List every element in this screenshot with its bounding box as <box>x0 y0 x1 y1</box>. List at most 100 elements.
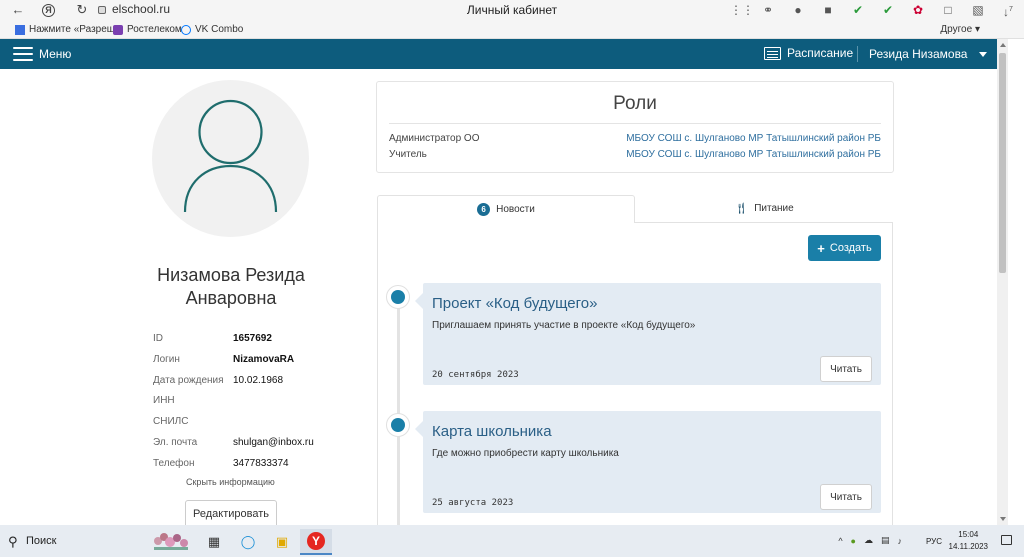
cutlery-icon: 🍴︎ <box>734 203 749 215</box>
address-bar[interactable]: elschool.ru <box>98 2 170 16</box>
menu-button[interactable]: Меню <box>39 47 71 61</box>
reload-icon[interactable]: ↻ <box>74 2 90 18</box>
create-button[interactable]: + Создать <box>808 235 881 261</box>
browser-toolbar: ← Я ↻ elschool.ru Личный кабинет ⋮⋮ ⚭ ● … <box>0 0 1024 21</box>
card-arrow <box>415 421 423 437</box>
news-title[interactable]: Проект «Код будущего» <box>432 295 597 312</box>
news-title[interactable]: Карта школьника <box>432 423 552 440</box>
bookmark-item[interactable]: Ростелеком <box>113 24 182 35</box>
timeline-line <box>397 295 400 525</box>
avatar <box>152 80 309 237</box>
apps-icon[interactable]: ⋮⋮ <box>730 2 754 18</box>
bookmark-item[interactable]: Нажмите «Разреш <box>15 24 115 35</box>
header-divider <box>857 46 858 62</box>
tab-news[interactable]: 6 Новости <box>377 195 635 223</box>
info-label: Эл. почта <box>153 437 198 448</box>
scroll-up-icon[interactable] <box>1000 43 1006 47</box>
vk-icon <box>181 24 191 35</box>
downloads-count: 7 <box>1009 6 1013 13</box>
yandex-logo-icon: Y <box>307 532 325 550</box>
roles-card: Роли Администратор ОО МБОУ СОШ с. Шулган… <box>376 81 894 173</box>
app-header: Меню Расписание Резида Низамова <box>0 39 997 69</box>
bookmark-item[interactable]: VK Combo <box>181 24 243 35</box>
shield-icon[interactable]: ✔ <box>850 2 866 18</box>
scroll-thumb[interactable] <box>999 53 1006 273</box>
role-org-link[interactable]: МБОУ СОШ с. Шулганово МР Татышлинский ра… <box>626 149 881 160</box>
windows-icon <box>15 24 25 35</box>
info-inn: ИНН <box>153 395 353 406</box>
notification-icon[interactable] <box>1001 535 1012 545</box>
read-button[interactable]: Читать <box>820 484 872 510</box>
schedule-link[interactable]: Расписание <box>764 46 853 60</box>
volume-icon[interactable]: ♪ <box>898 536 903 546</box>
explorer-icon[interactable]: ▣ <box>266 529 298 555</box>
lock-small-icon[interactable]: ● <box>790 2 806 18</box>
onedrive-icon[interactable]: ☁ <box>864 535 873 546</box>
roles-title: Роли <box>613 93 657 114</box>
clock[interactable]: 15:04 14.11.2023 <box>949 529 988 553</box>
info-label: Телефон <box>153 458 195 469</box>
taskbar-search[interactable]: ⚲ Поиск <box>0 525 146 557</box>
edge-icon[interactable]: ◯ <box>232 529 264 555</box>
role-name: Администратор ОО <box>389 133 480 144</box>
info-email: Эл. почта shulgan@inbox.ru <box>153 437 353 448</box>
info-snils: СНИЛС <box>153 416 353 427</box>
info-value: shulgan@inbox.ru <box>233 437 314 448</box>
schedule-label: Расписание <box>787 46 854 60</box>
divider <box>389 123 881 124</box>
taskbar: ⚲ Поиск ▦ ◯ ▣ Y ^ ● ☁ ▤ ♪ РУС 15:04 14.1… <box>0 525 1024 557</box>
tabs: 6 Новости 🍴︎ Питание <box>377 195 893 223</box>
other-bookmarks[interactable]: Другое ▾ <box>940 24 980 35</box>
search-highlight-image[interactable] <box>148 529 196 555</box>
info-value: NizamovaRA <box>233 354 295 365</box>
scroll-down-icon[interactable] <box>1000 517 1006 521</box>
chevron-up-icon[interactable]: ^ <box>838 536 842 546</box>
back-icon[interactable]: ← <box>10 2 26 18</box>
news-count-badge: 6 <box>477 203 491 216</box>
yandex-icon[interactable]: Я <box>42 4 55 17</box>
info-label: ID <box>153 333 163 344</box>
info-value: 3477833374 <box>233 458 289 469</box>
plus-icon: + <box>817 240 825 256</box>
news-date: 20 сентября 2023 <box>432 370 519 380</box>
bookmark-label: Ростелеком <box>127 24 182 35</box>
language-indicator[interactable]: РУС <box>926 537 942 546</box>
scrollbar[interactable] <box>997 39 1008 525</box>
role-org-link[interactable]: МБОУ СОШ с. Шулганово МР Татышлинский ра… <box>626 133 881 144</box>
info-label: Логин <box>153 354 180 365</box>
tab-food-label: Питание <box>754 203 794 214</box>
news-item: Проект «Код будущего» Приглашаем принять… <box>415 283 881 385</box>
extension-bug-icon[interactable]: ✿ <box>910 2 926 18</box>
info-login: Логин NizamovaRA <box>153 354 353 365</box>
menu-icon[interactable] <box>13 47 33 61</box>
extension-chat-icon[interactable]: □ <box>940 2 956 18</box>
info-phone: Телефон 3477833374 <box>153 458 353 469</box>
hide-info-link[interactable]: Скрыть информацию <box>186 477 275 487</box>
tray-app-icon[interactable]: ● <box>851 536 856 546</box>
timeline-dot <box>386 285 410 309</box>
edit-button[interactable]: Редактировать <box>185 500 277 525</box>
headphones-icon[interactable]: ⚭ <box>760 2 776 18</box>
create-label: Создать <box>829 242 872 254</box>
yandex-browser-icon[interactable]: Y <box>300 529 332 555</box>
read-button[interactable]: Читать <box>820 356 872 382</box>
downloads-icon[interactable]: ↓7 <box>1000 2 1016 19</box>
news-description: Где можно приобрести карту школьника <box>432 448 619 459</box>
user-menu[interactable]: Резида Низамова <box>869 47 967 61</box>
user-silhouette-icon <box>183 99 278 213</box>
bookmark-icon[interactable]: ■ <box>820 2 836 18</box>
tray-icons: ^ ● ☁ ▤ ♪ <box>838 535 902 546</box>
other-bookmarks-label: Другое <box>940 24 973 35</box>
tab-food[interactable]: 🍴︎ Питание <box>635 195 893 223</box>
bookmarks-bar: Нажмите «Разреш Ростелеком VK Combo Друг… <box>0 21 1024 39</box>
info-label: СНИЛС <box>153 416 189 427</box>
extension-doc-icon[interactable]: ▧ <box>970 2 986 18</box>
schedule-icon <box>764 46 781 60</box>
role-row: Администратор ОО МБОУ СОШ с. Шулганово М… <box>389 133 881 144</box>
task-view-icon[interactable]: ▦ <box>198 529 230 555</box>
shield-check-icon[interactable]: ✔ <box>880 2 896 18</box>
role-row: Учитель МБОУ СОШ с. Шулганово МР Татышли… <box>389 149 881 160</box>
role-name: Учитель <box>389 149 427 160</box>
chevron-down-icon[interactable] <box>979 52 987 57</box>
network-icon[interactable]: ▤ <box>881 535 890 546</box>
